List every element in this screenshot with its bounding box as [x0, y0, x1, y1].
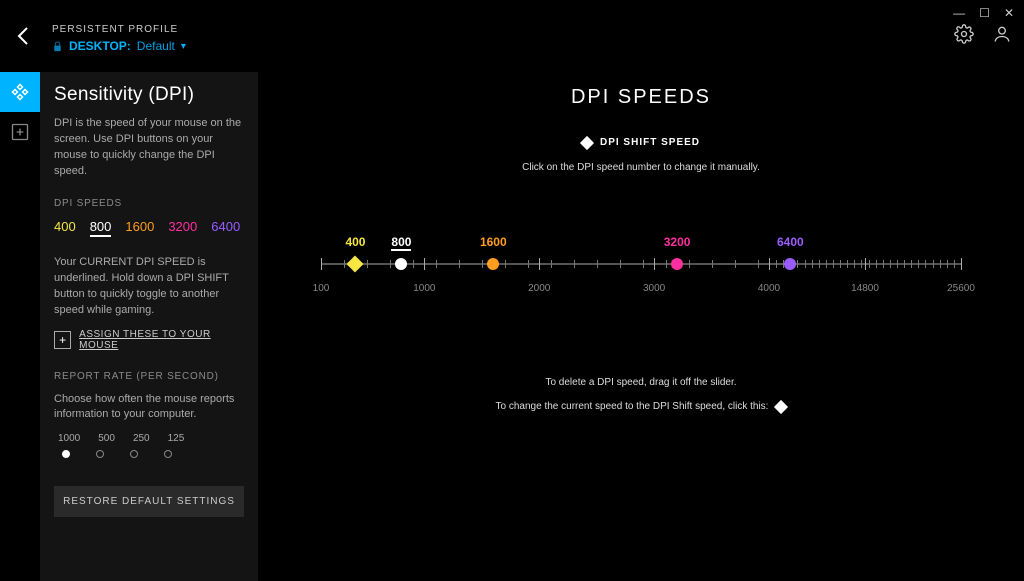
rr-label-1000: 1000 [58, 433, 80, 444]
dpi-value-3200[interactable]: 3200 [168, 219, 197, 237]
axis-label-4000: 4000 [758, 283, 780, 294]
restore-defaults-button[interactable]: RESTORE DEFAULT SETTINGS [54, 486, 244, 517]
panel-title: Sensitivity (DPI) [54, 84, 244, 106]
dpi-value-1600[interactable]: 1600 [125, 219, 154, 237]
rr-option-500[interactable] [96, 450, 104, 458]
axis-label-25600: 25600 [947, 283, 975, 294]
click-hint: Click on the DPI speed number to change … [298, 162, 984, 173]
plus-square-icon [10, 122, 30, 142]
slider-label-6400[interactable]: 6400 [777, 235, 804, 249]
slider-label-800[interactable]: 800 [391, 235, 411, 251]
rail-sensitivity[interactable] [0, 72, 40, 112]
dpi-shift-diamond-icon [580, 135, 594, 149]
rr-option-1000[interactable] [62, 450, 70, 458]
slider-label-3200[interactable]: 3200 [664, 235, 691, 249]
slider-dot-6400[interactable] [784, 258, 796, 270]
settings-gear-icon[interactable] [954, 24, 974, 44]
slider-dot-1600[interactable] [487, 258, 499, 270]
rr-label-500: 500 [98, 433, 115, 444]
rr-option-125[interactable] [164, 450, 172, 458]
slider-dot-400[interactable] [347, 256, 364, 273]
dpi-speeds-label: DPI SPEEDS [54, 198, 244, 209]
profile-selector[interactable]: DESKTOP: Default ▾ [52, 39, 186, 53]
assign-plus-icon[interactable]: + [54, 331, 71, 349]
panel-desc: DPI is the speed of your mouse on the sc… [54, 116, 244, 180]
profile-label: PERSISTENT PROFILE [52, 24, 186, 35]
axis-label-14800: 14800 [851, 283, 879, 294]
dpi-slider[interactable]: 400800160032006400 100100020003000400014… [321, 263, 961, 297]
rail-add[interactable] [0, 112, 40, 152]
dpi-shift-label: DPI SHIFT SPEED [600, 137, 700, 148]
dpi-value-6400[interactable]: 6400 [211, 219, 240, 237]
lock-icon [52, 41, 63, 52]
back-arrow-icon[interactable] [12, 24, 36, 48]
delete-hint: To delete a DPI speed, drag it off the s… [298, 371, 984, 395]
axis-label-2000: 2000 [528, 283, 550, 294]
axis-label-1000: 1000 [413, 283, 435, 294]
window-close[interactable]: ✕ [1004, 6, 1014, 20]
chevron-down-icon: ▾ [181, 41, 186, 52]
dpi-value-800[interactable]: 800 [90, 219, 112, 237]
window-minimize[interactable]: — [953, 6, 965, 20]
report-rate-desc: Choose how often the mouse reports infor… [54, 392, 244, 424]
shift-hint-diamond-icon[interactable] [774, 400, 788, 414]
rr-label-125: 125 [168, 433, 185, 444]
account-icon[interactable] [992, 24, 1012, 44]
rr-option-250[interactable] [130, 450, 138, 458]
dpi-note: Your CURRENT DPI SPEED is underlined. Ho… [54, 255, 244, 319]
slider-dot-800[interactable] [395, 258, 407, 270]
slider-label-1600[interactable]: 1600 [480, 235, 507, 249]
profile-type: DESKTOP: [69, 39, 131, 53]
dpi-value-400[interactable]: 400 [54, 219, 76, 237]
window-maximize[interactable]: ☐ [979, 6, 990, 20]
report-rate-label: REPORT RATE (PER SECOND) [54, 371, 244, 382]
profile-name: Default [137, 39, 175, 53]
main-title: DPI SPEEDS [298, 86, 984, 109]
slider-dot-3200[interactable] [671, 258, 683, 270]
assign-link[interactable]: ASSIGN THESE TO YOUR MOUSE [79, 329, 244, 351]
crosshair-icon [10, 82, 30, 102]
shift-hint: To change the current speed to the DPI S… [496, 395, 769, 419]
dpi-speed-list: 400 800 1600 3200 6400 [54, 219, 244, 237]
rr-label-250: 250 [133, 433, 150, 444]
axis-label-3000: 3000 [643, 283, 665, 294]
axis-label-100: 100 [313, 283, 330, 294]
slider-label-400[interactable]: 400 [345, 235, 365, 249]
